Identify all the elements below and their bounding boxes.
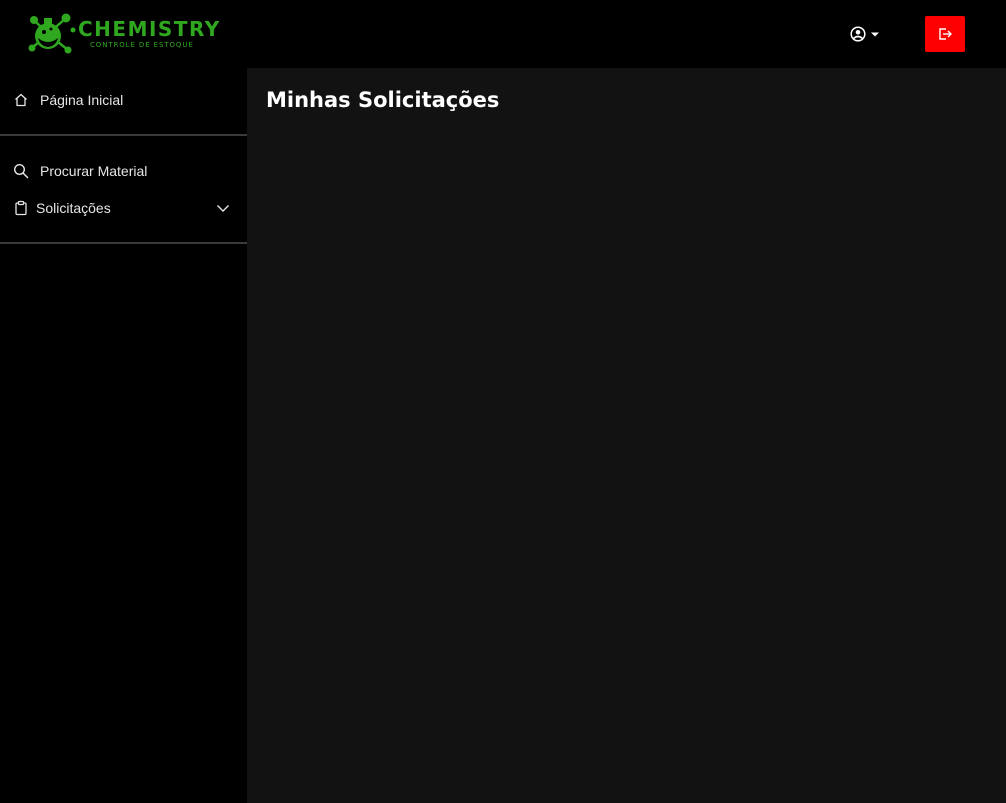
flask-molecule-logo-icon (28, 13, 76, 54)
caret-down-icon (871, 32, 879, 37)
main-content: Minhas Solicitações (247, 68, 1006, 803)
sidebar-item-requests[interactable]: Solicitações (0, 191, 247, 225)
user-circle-icon (850, 26, 866, 42)
sidebar-item-label: Solicitações (36, 200, 111, 216)
sidebar-item-home[interactable]: Página Inicial (0, 83, 247, 117)
sidebar-divider (0, 134, 247, 136)
top-navbar: CHEMISTRY CONTROLE DE ESTOQUE (0, 0, 1006, 68)
brand-title: CHEMISTRY (78, 17, 221, 41)
chevron-down-icon[interactable] (216, 201, 230, 215)
clipboard-icon (15, 200, 27, 216)
sidebar: Página Inicial Procurar Material Solicit… (0, 68, 247, 803)
home-icon (15, 93, 27, 107)
sidebar-item-search-material[interactable]: Procurar Material (0, 154, 247, 188)
brand-logo[interactable]: CHEMISTRY CONTROLE DE ESTOQUE (26, 12, 219, 56)
sidebar-divider (0, 242, 247, 244)
logout-icon (939, 28, 952, 40)
sidebar-item-label: Página Inicial (40, 92, 124, 108)
logout-button[interactable] (925, 16, 965, 52)
brand-subtitle: CONTROLE DE ESTOQUE (90, 41, 194, 49)
page-title: Minhas Solicitações (266, 88, 500, 112)
search-icon (13, 163, 29, 179)
user-menu-dropdown[interactable] (850, 24, 884, 44)
sidebar-item-label: Procurar Material (40, 163, 148, 179)
